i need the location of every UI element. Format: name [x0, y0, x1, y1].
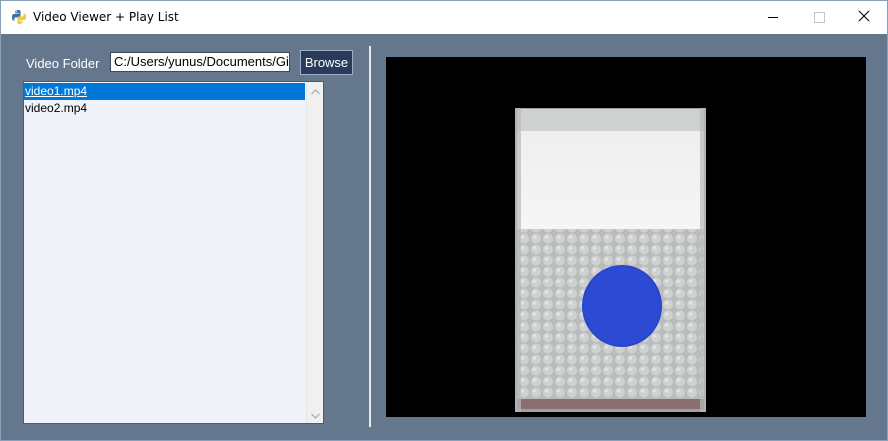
main-panel: Video Folder C:/Users/yunus/Documents/Gi… — [1, 34, 887, 440]
title-bar[interactable]: Video Viewer + Play List — [1, 1, 887, 34]
video-folder-label: Video Folder — [26, 56, 100, 71]
video-frame-image — [386, 57, 866, 417]
python-icon — [11, 9, 27, 25]
list-item[interactable]: video2.mp4 — [24, 100, 305, 117]
panel-divider — [369, 46, 371, 427]
video-display[interactable] — [386, 57, 866, 417]
close-button[interactable] — [841, 1, 887, 34]
list-item[interactable]: video1.mp4 — [24, 83, 305, 100]
playlist-listbox[interactable]: video1.mp4 video2.mp4 — [23, 81, 324, 424]
video-folder-input[interactable]: C:/Users/yunus/Documents/Gi — [110, 52, 290, 72]
scroll-down-button[interactable] — [307, 406, 323, 423]
window-title: Video Viewer + Play List — [33, 10, 179, 24]
browse-button[interactable]: Browse — [300, 50, 353, 75]
app-window: Video Viewer + Play List Video Folder C:… — [0, 0, 888, 441]
scroll-up-button[interactable] — [307, 82, 323, 99]
maximize-button[interactable] — [796, 1, 842, 34]
maximize-icon — [813, 12, 825, 23]
chevron-up-icon — [310, 82, 320, 100]
playlist-scrollbar[interactable] — [306, 82, 323, 423]
minimize-icon — [768, 17, 778, 18]
minimize-button[interactable] — [750, 1, 796, 34]
chevron-down-icon — [310, 406, 320, 424]
close-icon — [858, 9, 870, 27]
